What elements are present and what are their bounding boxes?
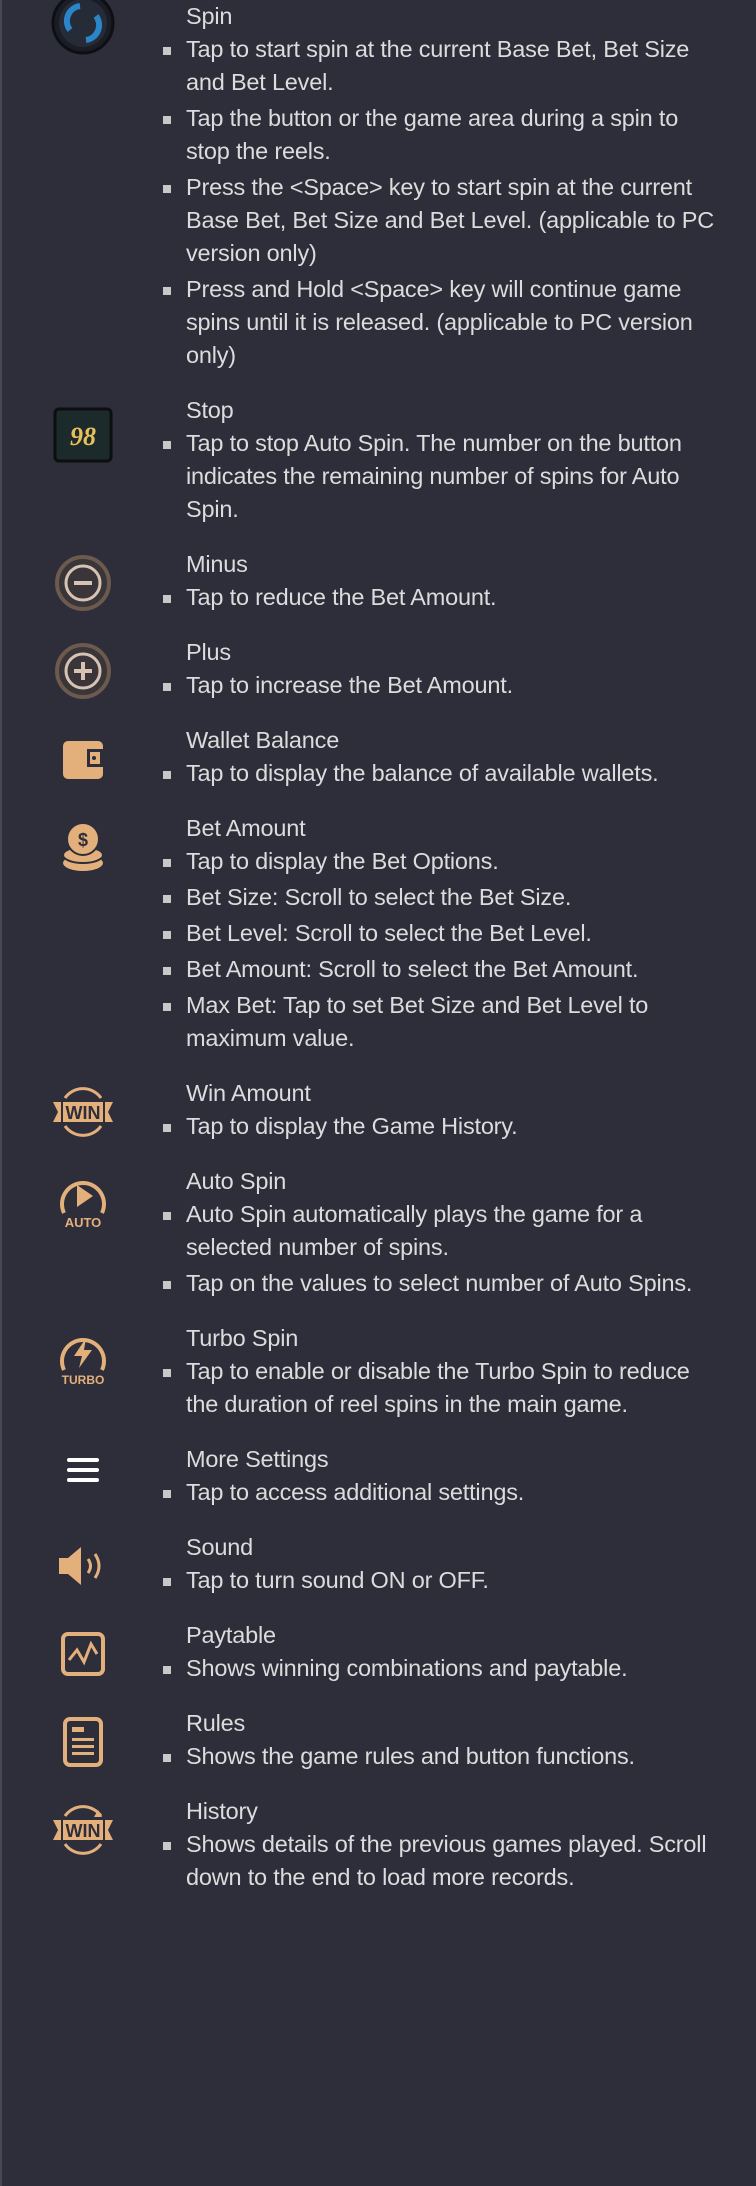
minus-icon: [48, 548, 118, 618]
bullet-text: Auto Spin automatically plays the game f…: [163, 1198, 726, 1264]
help-item-title: Plus: [186, 639, 231, 665]
bullet-text: Tap to access additional settings.: [163, 1476, 726, 1509]
svg-text:TURBO: TURBO: [62, 1373, 105, 1387]
bullet-text: Tap to increase the Bet Amount.: [163, 669, 726, 702]
help-item-bullets: Auto Spin automatically plays the game f…: [163, 1198, 726, 1300]
help-item-bullets: Tap to start spin at the current Base Be…: [163, 33, 726, 372]
help-item-title: Win Amount: [186, 1080, 311, 1106]
bullet-text: Tap to start spin at the current Base Be…: [163, 33, 726, 99]
turbo-icon: TURBO: [48, 1322, 118, 1392]
help-item-history: WIN History Shows details of the previous …: [2, 1795, 726, 1894]
help-item-title: Sound: [186, 1534, 253, 1560]
help-item-title: Stop: [186, 397, 234, 423]
bullet-text: Press and Hold <Space> key will continue…: [163, 273, 726, 372]
help-item-bullets: Tap to stop Auto Spin. The number on the…: [163, 427, 726, 526]
win-icon: WIN: [48, 1077, 118, 1147]
help-item-title: Spin: [186, 3, 233, 29]
svg-text:98: 98: [70, 422, 96, 451]
spin-icon: [48, 0, 118, 58]
help-item-stop: 98 Stop Tap to stop Auto Spin. The number …: [2, 394, 726, 526]
bullet-text: Press the <Space> key to start spin at t…: [163, 171, 726, 270]
help-item-bullets: Tap to turn sound ON or OFF.: [163, 1564, 726, 1597]
help-item-bullets: Tap to display the Game History.: [163, 1110, 726, 1143]
help-item-wallet-balance: Wallet Balance Tap to display the balance…: [2, 724, 726, 790]
rules-icon: [48, 1707, 118, 1777]
coins-icon: $: [48, 812, 118, 882]
help-item-rules: Rules Shows the game rules and button fun…: [2, 1707, 726, 1773]
help-item-title: Bet Amount: [186, 815, 306, 841]
help-item-paytable: Paytable Shows winning combinations and p…: [2, 1619, 726, 1685]
help-item-title: Minus: [186, 551, 248, 577]
wallet-icon: [48, 724, 118, 794]
svg-text:$: $: [78, 830, 88, 850]
help-item-bullets: Shows details of the previous games play…: [163, 1828, 726, 1894]
help-item-bullets: Tap to display the balance of available …: [163, 757, 726, 790]
bullet-text: Shows details of the previous games play…: [163, 1828, 726, 1894]
button-help-list: Spin Tap to start spin at the current Bas…: [2, 0, 756, 1894]
help-item-bullets: Shows winning combinations and paytable.: [163, 1652, 726, 1685]
auto-spin-icon: AUTO: [48, 1165, 118, 1235]
help-item-bullets: Tap to display the Bet Options. Bet Size:…: [163, 845, 726, 1055]
help-item-bullets: Tap to access additional settings.: [163, 1476, 726, 1509]
help-item-more-settings: More Settings Tap to access additional se…: [2, 1443, 726, 1509]
help-item-win-amount: WIN Win Amount Tap to display the Game His…: [2, 1077, 726, 1143]
menu-icon: [48, 1435, 118, 1505]
bullet-text: Tap to stop Auto Spin. The number on the…: [163, 427, 726, 526]
help-item-bullets: Tap to reduce the Bet Amount.: [163, 581, 726, 614]
help-item-title: More Settings: [186, 1446, 329, 1472]
svg-text:AUTO: AUTO: [65, 1215, 102, 1230]
help-item-spin: Spin Tap to start spin at the current Bas…: [2, 0, 726, 372]
help-item-bullets: Tap to increase the Bet Amount.: [163, 669, 726, 702]
history-icon: WIN: [48, 1795, 118, 1865]
bullet-text: Tap to enable or disable the Turbo Spin …: [163, 1355, 726, 1421]
bullet-text: Tap the button or the game area during a…: [163, 102, 726, 168]
bullet-text: Bet Amount: Scroll to select the Bet Amo…: [163, 953, 726, 986]
bullet-text: Max Bet: Tap to set Bet Size and Bet Lev…: [163, 989, 726, 1055]
help-item-title: History: [186, 1798, 258, 1824]
bullet-text: Tap to display the Bet Options.: [163, 845, 726, 878]
bullet-text: Tap to reduce the Bet Amount.: [163, 581, 726, 614]
paytable-icon: [48, 1619, 118, 1689]
help-item-title: Wallet Balance: [186, 727, 340, 753]
stop-icon: 98: [48, 400, 118, 470]
bullet-text: Tap on the values to select number of Au…: [163, 1267, 726, 1300]
help-item-title: Paytable: [186, 1622, 276, 1648]
help-item-auto-spin: AUTO Auto Spin Auto Spin automatically pla…: [2, 1165, 726, 1300]
help-item-title: Rules: [186, 1710, 246, 1736]
bullet-text: Tap to display the balance of available …: [163, 757, 726, 790]
bullet-text: Bet Size: Scroll to select the Bet Size.: [163, 881, 726, 914]
svg-text:WIN: WIN: [66, 1103, 101, 1123]
plus-icon: [48, 636, 118, 706]
sound-icon: [48, 1531, 118, 1601]
help-item-title: Turbo Spin: [186, 1325, 299, 1351]
help-item-sound: Sound Tap to turn sound ON or OFF.: [2, 1531, 726, 1597]
help-item-bullets: Tap to enable or disable the Turbo Spin …: [163, 1355, 726, 1421]
bullet-text: Tap to display the Game History.: [163, 1110, 726, 1143]
help-item-turbo-spin: TURBO Turbo Spin Tap to enable or disable …: [2, 1322, 726, 1421]
help-item-bullets: Shows the game rules and button function…: [163, 1740, 726, 1773]
help-item-minus: Minus Tap to reduce the Bet Amount.: [2, 548, 726, 614]
svg-text:WIN: WIN: [66, 1821, 101, 1841]
bullet-text: Shows winning combinations and paytable.: [163, 1652, 726, 1685]
bullet-text: Shows the game rules and button function…: [163, 1740, 726, 1773]
help-item-plus: Plus Tap to increase the Bet Amount.: [2, 636, 726, 702]
help-item-title: Auto Spin: [186, 1168, 287, 1194]
bullet-text: Tap to turn sound ON or OFF.: [163, 1564, 726, 1597]
help-item-bet-amount: $ Bet Amount Tap to display the Bet Option…: [2, 812, 726, 1055]
bullet-text: Bet Level: Scroll to select the Bet Leve…: [163, 917, 726, 950]
